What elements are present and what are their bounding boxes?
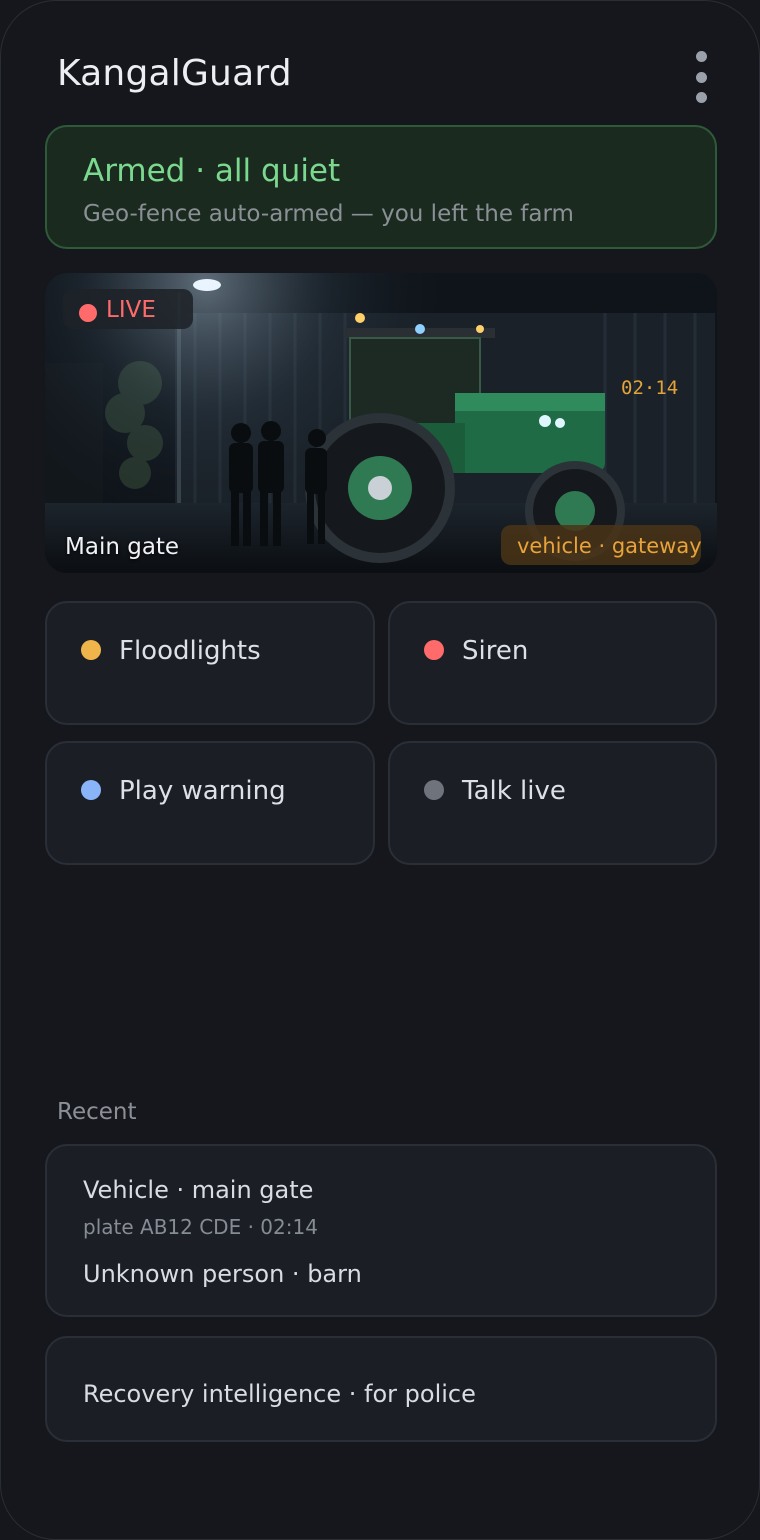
recovery-intelligence-label: Recovery intelligence · for police	[83, 1380, 476, 1408]
play-warning-button[interactable]: Play warning	[45, 741, 375, 865]
event-detail: plate AB12 CDE · 02:14	[83, 1215, 318, 1239]
recent-events-card[interactable]: Vehicle · main gate plate AB12 CDE · 02:…	[45, 1144, 717, 1317]
siren-dot-icon	[424, 640, 444, 660]
talk-live-dot-icon	[424, 780, 444, 800]
floodlights-dot-icon	[81, 640, 101, 660]
siren-button[interactable]: Siren	[388, 601, 717, 725]
live-label: LIVE	[106, 297, 156, 323]
arm-status-card[interactable]: Armed · all quiet Geo-fence auto-armed —…	[45, 125, 717, 249]
live-camera-feed[interactable]: 02·14 LIVE Main gate vehicle · gateway	[45, 273, 717, 573]
live-badge: LIVE	[63, 289, 193, 329]
more-vertical-icon[interactable]	[689, 51, 713, 103]
event-title: Vehicle · main gate	[83, 1176, 314, 1204]
app-title: KangalGuard	[57, 53, 292, 94]
camera-timestamp-overlay: 02·14	[621, 377, 679, 399]
recovery-intelligence-card[interactable]: Recovery intelligence · for police	[45, 1336, 717, 1442]
siren-label: Siren	[462, 636, 529, 666]
recent-heading: Recent	[57, 1099, 137, 1125]
phone-screen: KangalGuard Armed · all quiet Geo-fence …	[0, 0, 760, 1540]
play-warning-label: Play warning	[119, 776, 286, 806]
play-warning-dot-icon	[81, 780, 101, 800]
event-title: Unknown person · barn	[83, 1260, 362, 1288]
floodlights-button[interactable]: Floodlights	[45, 601, 375, 725]
arm-status-subtitle: Geo-fence auto-armed — you left the farm	[83, 201, 574, 227]
arm-status-title: Armed · all quiet	[83, 153, 341, 189]
talk-live-label: Talk live	[462, 776, 566, 806]
camera-name: Main gate	[65, 534, 180, 560]
detection-tag-label: vehicle · gateway	[517, 534, 702, 558]
floodlights-label: Floodlights	[119, 636, 261, 666]
talk-live-button[interactable]: Talk live	[388, 741, 717, 865]
detection-tag: vehicle · gateway	[501, 525, 702, 565]
live-dot-icon	[79, 304, 97, 322]
